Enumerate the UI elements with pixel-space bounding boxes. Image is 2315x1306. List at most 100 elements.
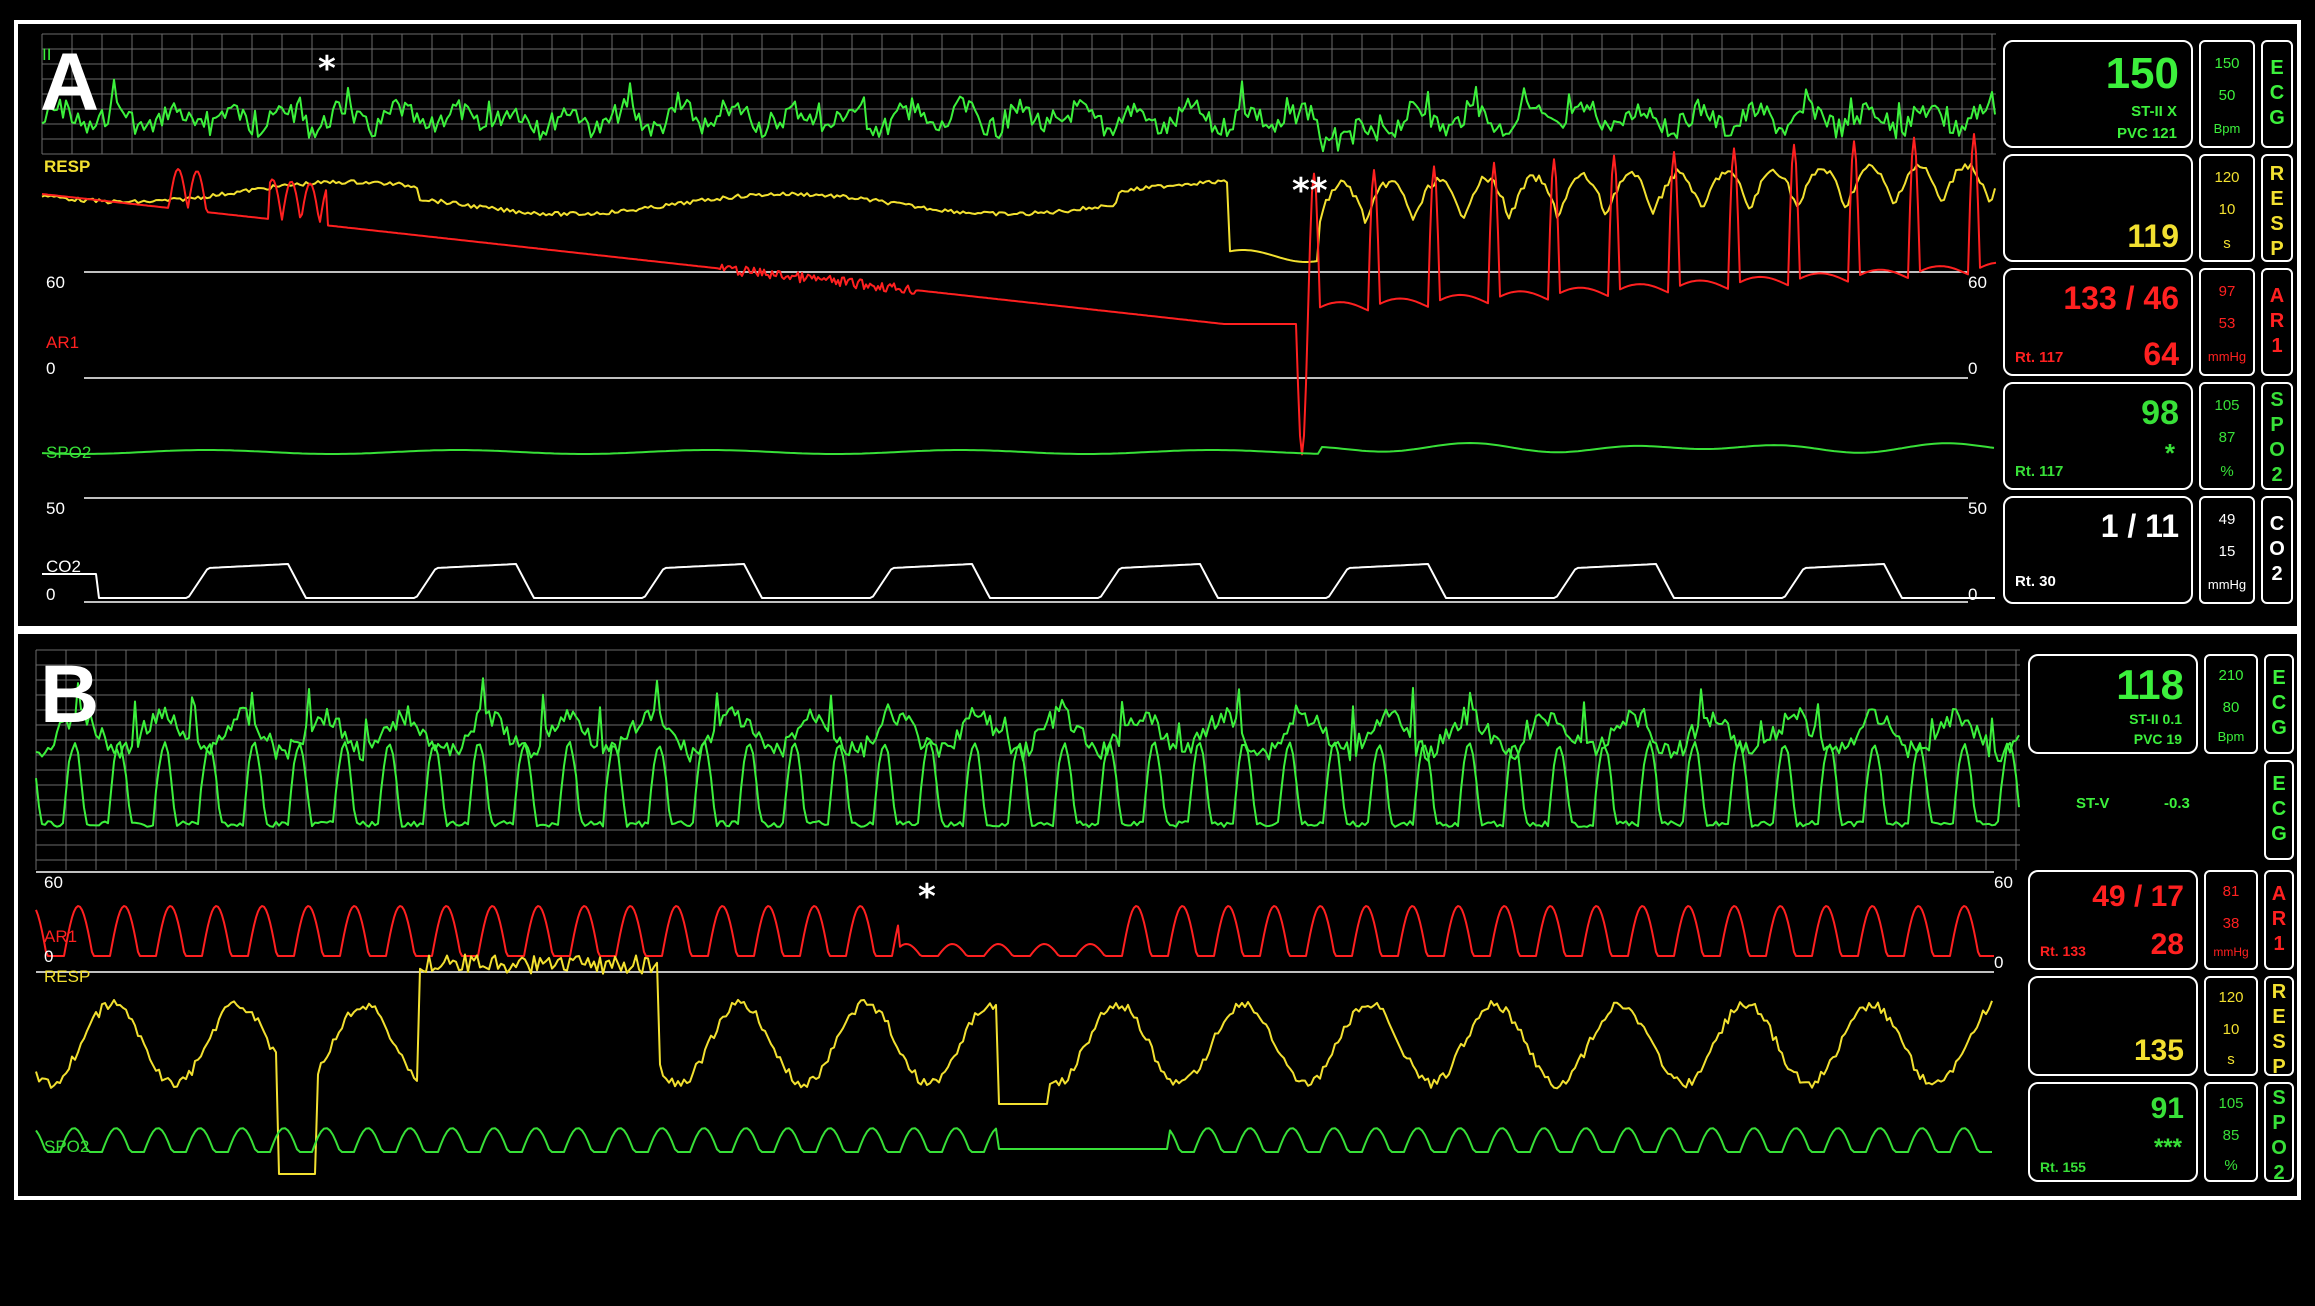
spo2-value-a: 98: [2141, 394, 2179, 432]
marker-star-b: *: [918, 877, 936, 917]
ar1-unit-b: mmHg: [2213, 945, 2249, 959]
co2-high-limit-a: 49: [2218, 511, 2236, 528]
spo2-label-a: SPO2: [46, 443, 92, 462]
spo2-rate-a: Rt. 117: [2015, 463, 2064, 480]
ecg-tag-text-b: ECG: [2271, 667, 2287, 739]
spo2-tag-text-b: SPO2: [2271, 1087, 2287, 1184]
resp-low-limit-a: 10: [2218, 201, 2236, 218]
resp-low-limit-b: 10: [2222, 1021, 2240, 1038]
ar1-limits-b: 81 38 mmHg: [2204, 870, 2258, 970]
spo2-label-b: SPO2: [44, 1137, 90, 1156]
spo2-value-box-a: 98 * Rt. 117: [2003, 382, 2193, 490]
scale-0-co2-right-a: 0: [1968, 585, 1978, 604]
panel-b-letter: B: [40, 649, 100, 740]
ar1-rate-b: Rt. 133: [2040, 943, 2086, 959]
spo2-tag-b: SPO2: [2264, 1082, 2294, 1184]
spo2-tag-text-a: SPO2: [2269, 389, 2285, 486]
resp-tag-text-b: RESP: [2271, 981, 2287, 1078]
co2-trace-a: [42, 563, 1995, 599]
resp-high-limit-b: 120: [2218, 989, 2244, 1006]
monitor-panel-b: B * 60 AR1 0 RESP SPO2 60 0 118 ST-II 0.…: [14, 630, 2301, 1200]
ar1-high-limit-b: 81: [2222, 883, 2240, 900]
ecg2-tag-b: ECG: [2264, 760, 2294, 860]
ecg-low-limit-b: 80: [2222, 699, 2240, 716]
pvc-count-a: PVC 121: [2116, 125, 2177, 142]
resp-tag-text-a: RESP: [2269, 163, 2285, 260]
spo2-quality-a: *: [2164, 438, 2175, 468]
resp-trace-b: [35, 953, 1993, 1175]
co2-tag-text-a: CO2: [2269, 513, 2285, 585]
waveform-area-a: [41, 33, 1997, 603]
waveform-area-b: [35, 649, 2020, 1175]
scale-0-left-b: 0: [44, 947, 54, 966]
resp-trace-a: [41, 162, 1996, 263]
ecg-trace-b-lower: [35, 740, 2020, 828]
ecg-trace-a: [41, 78, 1996, 153]
ecg-value-box-b: 118 ST-II 0.1 PVC 19: [2028, 654, 2198, 754]
ar1-unit-a: mmHg: [2207, 349, 2247, 364]
resp-value-box-b: 135: [2028, 976, 2198, 1076]
co2-tag-a: CO2: [2261, 496, 2293, 604]
ar1-tag-a: AR1: [2261, 268, 2293, 376]
ecg-grid-b: [35, 649, 2020, 870]
co2-limits-a: 49 15 mmHg: [2199, 496, 2255, 604]
ecg-limits-b: 210 80 Bpm: [2204, 654, 2258, 754]
spo2-trace-b: [35, 1127, 1992, 1153]
spo2-low-limit-b: 85: [2222, 1127, 2240, 1144]
heart-rate-value-a: 150: [2105, 49, 2179, 98]
ecg-tag-b: ECG: [2264, 654, 2294, 754]
ecg-high-limit-b: 210: [2218, 667, 2244, 684]
ar1-value-box-a: 133 / 46 Rt. 117 64: [2003, 268, 2193, 376]
ar1-limits-a: 97 53 mmHg: [2199, 268, 2255, 376]
ar1-tag-text-b: AR1: [2271, 883, 2287, 955]
ar1-tag-b: AR1: [2264, 870, 2294, 970]
ecg-tag-text-a: ECG: [2269, 57, 2285, 129]
spo2-limits-b: 105 85 %: [2204, 1082, 2258, 1182]
ecg-value-box-a: 150 ST-II X PVC 121: [2003, 40, 2193, 148]
ar1-low-limit-b: 38: [2222, 915, 2240, 932]
scale-0-right-b: 0: [1994, 953, 2004, 972]
scale-60-right-a: 60: [1968, 273, 1987, 292]
scale-60-left-a: 60: [46, 273, 65, 292]
spo2-unit-b: %: [2224, 1157, 2238, 1174]
resp-unit-b: s: [2227, 1051, 2235, 1068]
ecg-unit-a: Bpm: [2213, 121, 2241, 136]
ar1-label-b: AR1: [44, 927, 78, 946]
marker-double-star-a: **: [1292, 171, 1328, 211]
scale-0-left-a: 0: [46, 359, 56, 378]
ecg-limits-a: 150 50 Bpm: [2199, 40, 2255, 148]
co2-label-a: CO2: [46, 557, 81, 576]
ar1-mean-b: 28: [2150, 928, 2184, 961]
ecg-high-limit-a: 150: [2214, 55, 2240, 72]
resp-value-a: 119: [2127, 218, 2179, 254]
ar1-sys-dia-b: 49 / 17: [2092, 880, 2184, 913]
resp-tag-a: RESP: [2261, 154, 2293, 262]
spo2-trace-a: [41, 442, 1995, 455]
resp-unit-a: s: [2223, 235, 2231, 252]
scale-50-left-a: 50: [46, 499, 65, 518]
st-ii-value-a: ST-II X: [2131, 103, 2177, 120]
resp-value-box-a: 119: [2003, 154, 2193, 262]
monitor-panel-a: A * ** II RESP 60 AR1 0 SPO2 50 CO2 0 60…: [14, 20, 2301, 630]
co2-unit-a: mmHg: [2207, 577, 2247, 592]
resp-label-b: RESP: [44, 967, 91, 986]
spo2-high-limit-a: 105: [2214, 397, 2240, 414]
ar1-low-limit-a: 53: [2218, 315, 2236, 332]
spo2-low-limit-a: 87: [2218, 429, 2236, 446]
ar1-tag-text-a: AR1: [2269, 285, 2285, 357]
scale-0-right-a: 0: [1968, 359, 1978, 378]
scale-60-right-b: 60: [1994, 873, 2013, 892]
st-v-label-b: ST-V: [2076, 795, 2110, 812]
resp-label-a: RESP: [44, 157, 91, 176]
ar1-mean-a: 64: [2143, 336, 2179, 372]
co2-value-a: 1 / 11: [2100, 508, 2179, 544]
spo2-value-box-b: 91 *** Rt. 155: [2028, 1082, 2198, 1182]
marker-star-a: *: [318, 49, 336, 89]
ar1-high-limit-a: 97: [2218, 283, 2236, 300]
ecg-trace-b-upper: [35, 677, 2020, 763]
ecg-lead-label: II: [42, 45, 52, 64]
spo2-high-limit-b: 105: [2218, 1095, 2244, 1112]
ecg-low-limit-a: 50: [2218, 87, 2236, 104]
spo2-limits-a: 105 87 %: [2199, 382, 2255, 490]
resp-high-limit-a: 120: [2214, 169, 2240, 186]
